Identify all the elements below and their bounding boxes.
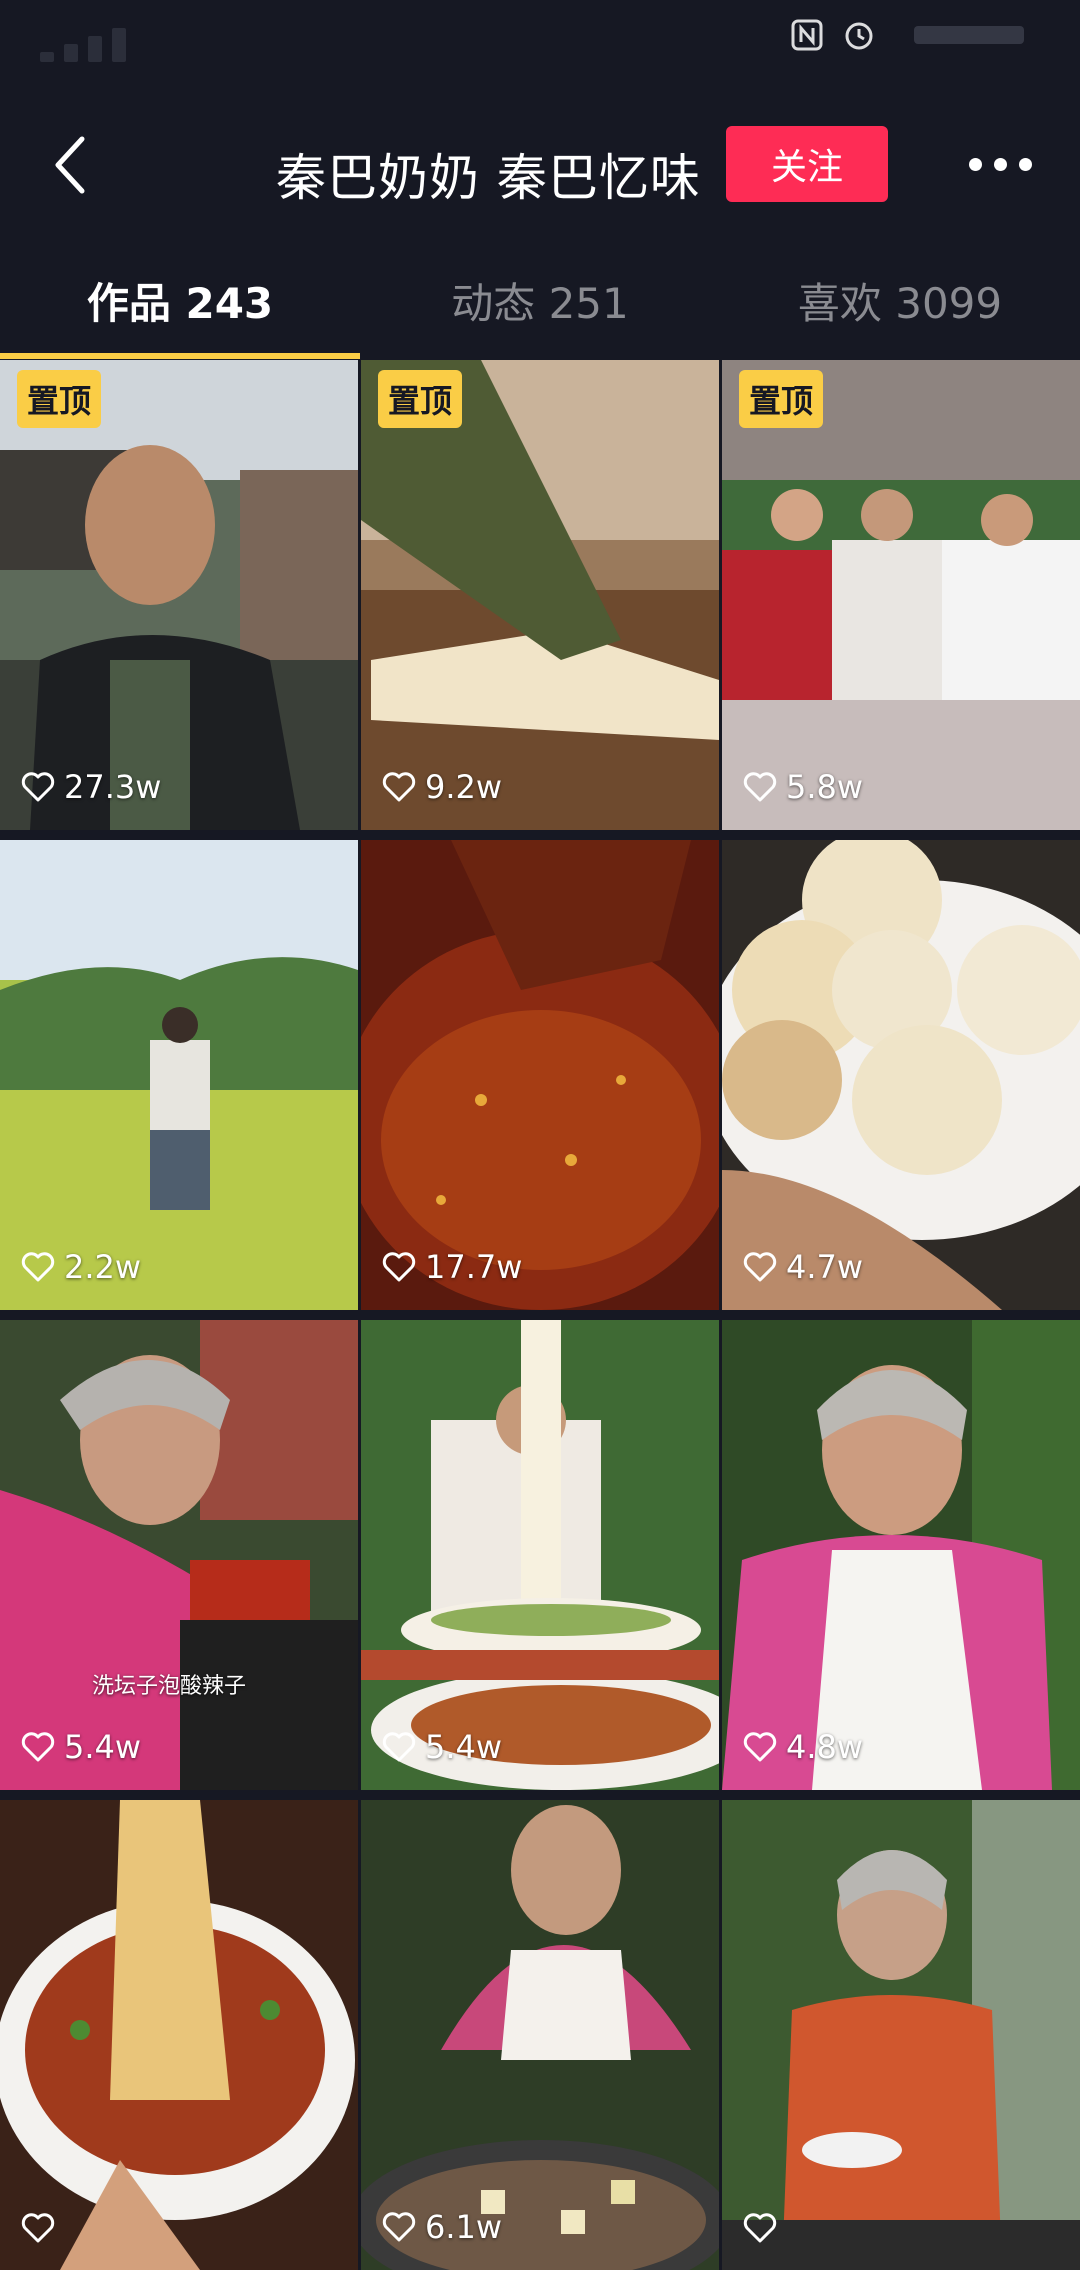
like-count: 17.7w: [381, 1248, 522, 1286]
heart-icon: [21, 2213, 55, 2243]
thumbnail-image: [722, 840, 1080, 1310]
video-thumbnail[interactable]: 置顶 27.3w: [0, 360, 358, 830]
heart-icon: [382, 1732, 416, 1762]
video-thumbnail[interactable]: 洗坛子泡酸辣子 5.4w: [0, 1320, 358, 1790]
video-thumbnail[interactable]: 4.8w: [722, 1320, 1080, 1790]
thumbnail-image: [0, 1800, 358, 2270]
alarm-icon: [842, 18, 876, 56]
like-count: 4.7w: [742, 1248, 863, 1286]
page-title: 秦巴奶奶 秦巴忆味: [276, 149, 701, 207]
video-thumbnail[interactable]: 2.2w: [0, 840, 358, 1310]
profile-header: 秦巴奶奶 秦巴忆味 关注: [0, 90, 1080, 240]
like-count-text: 6.1w: [425, 2208, 503, 2246]
video-thumbnail[interactable]: [0, 1800, 358, 2270]
back-arrow-icon: [55, 136, 85, 194]
like-count: 2.2w: [20, 1248, 141, 1286]
like-count: 9.2w: [381, 768, 502, 806]
profile-tabs: 作品 243 动态 251 喜欢 3099: [0, 240, 1080, 360]
thumbnail-image: [0, 1320, 358, 1790]
heart-icon: [21, 1732, 55, 1762]
thumbnail-image: [361, 1800, 719, 2270]
like-count-text: 5.8w: [786, 768, 864, 806]
like-count-text: 17.7w: [425, 1248, 523, 1286]
thumbnail-image: [722, 1800, 1080, 2270]
pinned-badge: 置顶: [739, 370, 824, 428]
video-grid: 置顶 27.3w 置顶 9.2w 置顶 5.8w 2.2w 17.7w 4.7w…: [0, 360, 1080, 2270]
like-count: 5.8w: [742, 768, 863, 806]
thumbnail-image: [0, 840, 358, 1310]
thumbnail-image: [722, 360, 1080, 830]
tab-works[interactable]: 作品 243: [0, 240, 360, 360]
more-button[interactable]: [960, 130, 1040, 200]
like-count: 6.1w: [381, 2208, 502, 2246]
heart-icon: [743, 1732, 777, 1762]
video-thumbnail[interactable]: 置顶 5.8w: [722, 360, 1080, 830]
video-thumbnail[interactable]: 17.7w: [361, 840, 719, 1310]
tab-indicator: [0, 353, 360, 359]
like-count-text: 2.2w: [64, 1248, 142, 1286]
like-count-text: 9.2w: [425, 768, 503, 806]
nfc-icon: [790, 18, 824, 56]
heart-icon: [382, 1252, 416, 1282]
heart-icon: [382, 2212, 416, 2242]
heart-icon: [743, 1252, 777, 1282]
like-count-text: 5.4w: [425, 1728, 503, 1766]
tab-likes[interactable]: 喜欢 3099: [720, 240, 1080, 360]
pinned-badge: 置顶: [378, 370, 463, 428]
like-count: [742, 2210, 786, 2246]
status-icons: [790, 18, 1044, 56]
like-count: 5.4w: [381, 1728, 502, 1766]
heart-icon: [21, 772, 55, 802]
more-dots-icon: [963, 156, 1038, 175]
video-thumbnail[interactable]: 6.1w: [361, 1800, 719, 2270]
pinned-badge: 置顶: [17, 370, 102, 428]
thumbnail-image: [361, 1320, 719, 1790]
video-thumbnail[interactable]: 置顶 9.2w: [361, 360, 719, 830]
thumbnail-image: [361, 840, 719, 1310]
video-thumbnail[interactable]: [722, 1800, 1080, 2270]
like-count: [20, 2210, 64, 2246]
like-count-text: 5.4w: [64, 1728, 142, 1766]
battery-icon: [894, 18, 1044, 56]
like-count: 5.4w: [20, 1728, 141, 1766]
video-thumbnail[interactable]: 4.7w: [722, 840, 1080, 1310]
like-count: 27.3w: [20, 768, 161, 806]
heart-icon: [382, 772, 416, 802]
like-count: 4.8w: [742, 1728, 863, 1766]
video-caption: 洗坛子泡酸辣子: [92, 1674, 247, 1699]
status-bar: [0, 0, 1080, 90]
heart-icon: [743, 2213, 777, 2243]
like-count-text: 27.3w: [64, 768, 162, 806]
like-count-text: 4.8w: [786, 1728, 864, 1766]
thumbnail-image: [0, 360, 358, 830]
follow-button[interactable]: 关注: [726, 126, 888, 202]
tab-posts[interactable]: 动态 251: [360, 240, 720, 360]
signal-indicator: [40, 26, 240, 62]
video-thumbnail[interactable]: 5.4w: [361, 1320, 719, 1790]
back-button[interactable]: [40, 130, 100, 200]
thumbnail-image: [722, 1320, 1080, 1790]
thumbnail-image: [361, 360, 719, 830]
heart-icon: [21, 1252, 55, 1282]
like-count-text: 4.7w: [786, 1248, 864, 1286]
heart-icon: [743, 772, 777, 802]
